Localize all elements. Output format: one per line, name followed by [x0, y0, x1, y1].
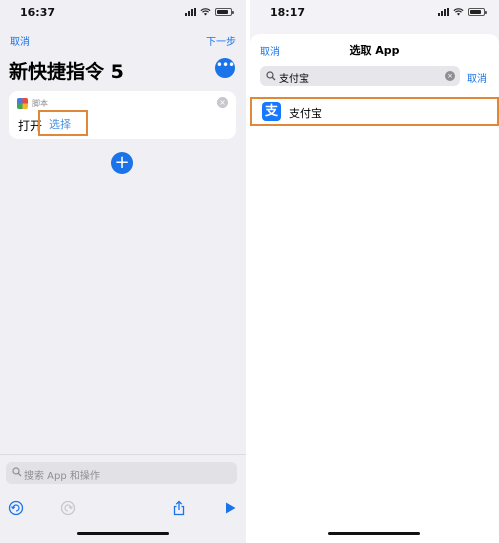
- status-bar: 16:37: [0, 0, 246, 26]
- alipay-icon: 支: [262, 102, 281, 121]
- more-options-button[interactable]: •••: [215, 58, 235, 78]
- undo-icon[interactable]: [8, 500, 24, 516]
- app-name: 支付宝: [289, 107, 322, 120]
- add-action-button[interactable]: +: [111, 152, 133, 174]
- search-icon: [266, 71, 276, 81]
- app-picker-sheet: 取消 选取 App 支付宝 × 取消 支 支付宝: [250, 34, 499, 543]
- choose-app-placeholder[interactable]: 选择: [49, 116, 71, 132]
- next-button[interactable]: 下一步: [206, 33, 236, 48]
- signal-icon: [185, 8, 196, 16]
- app-result-row[interactable]: 支 支付宝: [250, 97, 499, 126]
- clear-search-icon[interactable]: ×: [445, 71, 455, 81]
- battery-icon: [215, 8, 234, 16]
- search-icon: [12, 467, 22, 477]
- open-app-action-card[interactable]: 脚本 × 打开 选择: [9, 91, 236, 139]
- search-value: 支付宝: [279, 74, 309, 85]
- remove-action-icon[interactable]: ×: [217, 97, 228, 108]
- app-search-input[interactable]: 支付宝 ×: [260, 66, 460, 86]
- scripting-grid-icon: [17, 98, 28, 109]
- cancel-button[interactable]: 取消: [10, 33, 30, 48]
- status-time: 18:17: [270, 6, 306, 19]
- search-placeholder: 搜索 App 和操作: [24, 471, 100, 482]
- home-indicator[interactable]: [328, 532, 420, 535]
- battery-icon: [468, 8, 487, 16]
- action-category-label: 脚本: [32, 99, 48, 108]
- redo-icon[interactable]: [60, 500, 76, 516]
- status-time: 16:37: [20, 6, 56, 19]
- home-indicator[interactable]: [77, 532, 169, 535]
- shortcut-editor-screen: 16:37 取消 下一步 新快捷指令 5 ••• 脚本 × 打开 选择 + 搜索…: [0, 0, 246, 543]
- wifi-icon: [453, 8, 464, 16]
- page-title: 新快捷指令 5: [9, 61, 124, 83]
- search-actions-input[interactable]: 搜索 App 和操作: [6, 462, 237, 484]
- choose-app-screen: 18:17 取消 选取 App 支付宝 × 取消 支 支付宝: [250, 0, 499, 543]
- signal-icon: [438, 8, 449, 16]
- play-icon[interactable]: [222, 500, 238, 516]
- status-bar: 18:17: [250, 0, 499, 26]
- sheet-title: 选取 App: [349, 44, 400, 57]
- search-cancel-button[interactable]: 取消: [467, 70, 487, 85]
- wifi-icon: [200, 8, 211, 16]
- share-icon[interactable]: [171, 500, 187, 516]
